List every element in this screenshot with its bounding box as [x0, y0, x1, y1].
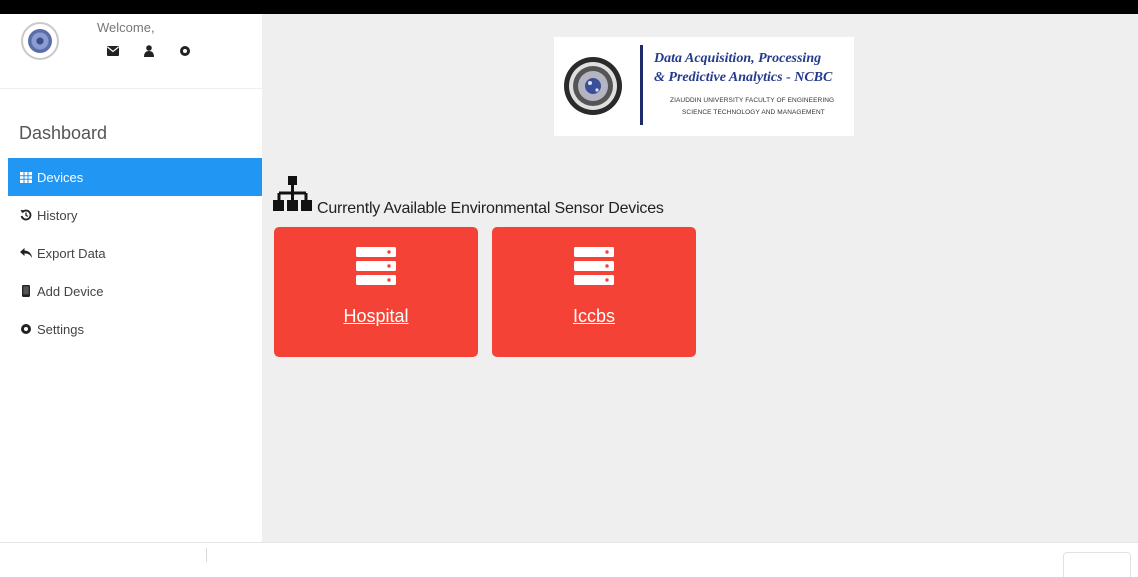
- logo-subtitle-line-2: SCIENCE TECHNOLOGY AND MANAGEMENT: [682, 109, 825, 116]
- footer: [0, 542, 1138, 577]
- footer-button[interactable]: [1063, 552, 1131, 577]
- sidebar-nav: Devices History Export Data Add Device S…: [8, 158, 262, 348]
- sidebar-item-add-device[interactable]: Add Device: [8, 272, 262, 310]
- device-link[interactable]: Iccbs: [492, 306, 696, 327]
- sidebar-title: Dashboard: [19, 123, 108, 143]
- section-title: Currently Available Environmental Sensor…: [317, 200, 664, 217]
- top-bar: [0, 0, 1138, 14]
- sidebar-item-devices[interactable]: Devices: [8, 158, 262, 196]
- sidebar: Welcome, Dashboard Devices History Expor…: [0, 14, 262, 542]
- logo-divider: [640, 45, 643, 125]
- sitemap-icon: [273, 175, 313, 220]
- university-seal: [563, 46, 623, 126]
- footer-divider: [206, 548, 207, 562]
- profile-actions: [106, 44, 192, 58]
- sidebar-item-label: Devices: [37, 169, 84, 185]
- device-card-hospital[interactable]: Hospital: [274, 227, 478, 357]
- device-card-iccbs[interactable]: Iccbs: [492, 227, 696, 357]
- sidebar-item-label: Add Device: [37, 283, 104, 299]
- sidebar-item-label: Export Data: [37, 245, 106, 261]
- gear-icon[interactable]: [178, 44, 192, 58]
- reply-icon: [20, 247, 32, 259]
- logo-title-line-2: & Predictive Analytics - NCBC: [654, 70, 833, 85]
- welcome-text: Welcome,: [97, 20, 155, 35]
- sidebar-item-history[interactable]: History: [8, 196, 262, 234]
- logo-title-line-1: Data Acquisition, Processing: [654, 51, 822, 66]
- sidebar-item-settings[interactable]: Settings: [8, 310, 262, 348]
- sidebar-item-label: Settings: [37, 321, 84, 337]
- history-icon: [20, 209, 32, 221]
- table-icon: [20, 171, 32, 183]
- logo-banner: Data Acquisition, Processing & Predictiv…: [554, 37, 854, 136]
- gear-icon: [20, 323, 32, 335]
- sidebar-item-label: History: [37, 207, 78, 223]
- device-link[interactable]: Hospital: [274, 306, 478, 327]
- sidebar-item-export-data[interactable]: Export Data: [8, 234, 262, 272]
- avatar[interactable]: [21, 22, 59, 60]
- section-heading: Currently Available Environmental Sensor…: [273, 175, 664, 220]
- server-icon: [574, 247, 614, 290]
- server-icon: [356, 247, 396, 290]
- envelope-icon[interactable]: [106, 44, 120, 58]
- avatar-seal: [28, 29, 52, 53]
- sidebar-separator: [0, 88, 262, 89]
- logo-subtitle-line-1: ZIAUDDIN UNIVERSITY FACULTY OF ENGINEERI…: [670, 97, 835, 104]
- mobile-icon: [20, 285, 32, 297]
- user-icon[interactable]: [142, 44, 156, 58]
- main-content: Data Acquisition, Processing & Predictiv…: [262, 14, 1138, 542]
